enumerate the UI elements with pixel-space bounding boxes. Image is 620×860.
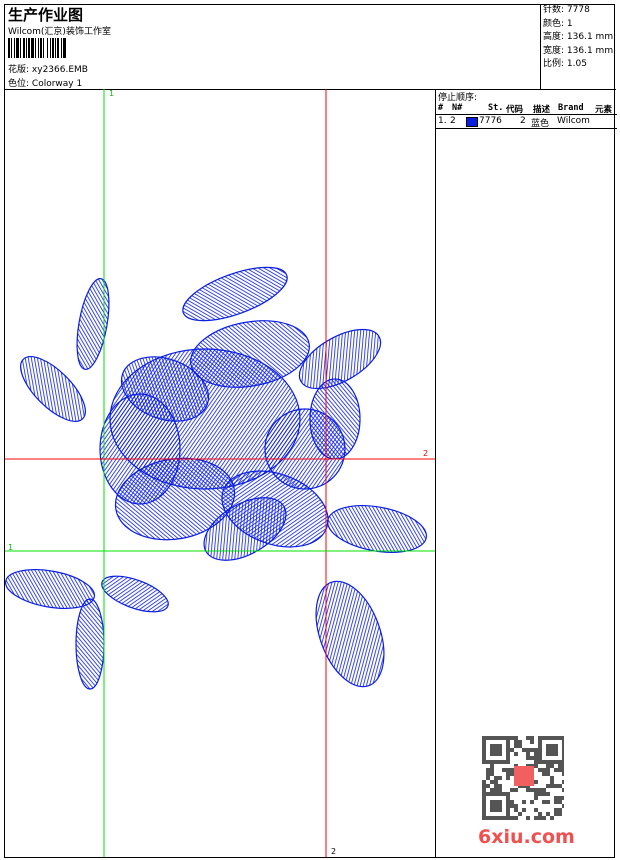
stat-stitches: 针数: 7778 — [543, 5, 590, 15]
stamp-icon — [514, 766, 534, 786]
embroidery-petal — [99, 393, 181, 505]
watermark-text: 6xiu.com — [478, 826, 575, 848]
guide-label-green-vertical: 1 — [109, 89, 115, 98]
col-n: N# — [452, 103, 463, 113]
colorway: 色位: Colorway 1 — [8, 76, 82, 89]
row-description: 蓝色 — [531, 119, 550, 129]
embroidery-petal — [315, 580, 385, 688]
col-brand: Brand — [558, 103, 584, 113]
colorway-value: Colorway 1 — [31, 79, 83, 89]
guide-label-red-vertical: 2 — [331, 847, 337, 856]
stat-colors: 颜色: 1 — [543, 18, 573, 29]
col-stitches: St. — [488, 103, 504, 113]
qr-code-icon — [482, 736, 566, 820]
row-code: 2 — [520, 116, 526, 126]
guide-label-green-horizontal: 1 — [8, 543, 14, 552]
rose-embroidery — [4, 266, 427, 690]
stat-height: 高度: 136.1 mm — [543, 32, 614, 42]
barcode — [8, 38, 118, 58]
guide-label-red-horizontal: 2 — [423, 449, 429, 458]
row-stitches: 7776 — [479, 116, 502, 126]
embroidery-petal — [76, 278, 110, 370]
embroidery-petal — [327, 505, 427, 553]
stop-sequence-title: 停止顺序: — [438, 93, 478, 103]
row-index: 1. — [438, 116, 447, 126]
color-swatch — [466, 117, 478, 127]
stats-box: 针数: 7778 颜色: 1 高度: 136.1 mm 宽度: 136.1 mm… — [540, 4, 617, 89]
company-name: Wilcom(汇京)装饰工作室 — [8, 27, 111, 37]
colorway-label: 色位: — [8, 79, 30, 89]
stat-scale: 比例: 1.05 — [543, 59, 587, 69]
design-canvas: 1 2 2 1 — [4, 89, 435, 857]
embroidery-petal — [309, 378, 361, 460]
embroidery-petal — [182, 266, 288, 322]
page-title: 生产作业图 — [8, 6, 84, 24]
row-brand: Wilcom — [557, 116, 590, 126]
embroidery-petal — [101, 575, 169, 613]
table-row[interactable]: 1. 2 7776 2 蓝色 Wilcom — [436, 114, 617, 129]
embroidery-petal — [75, 598, 105, 690]
stat-width: 宽度: 136.1 mm — [543, 45, 614, 56]
embroidery-design — [4, 89, 435, 857]
row-n: 2 — [450, 116, 456, 126]
design-file: 花版: xy2366.EMB — [8, 62, 88, 75]
design-value: xy2366.EMB — [31, 65, 88, 75]
design-label: 花版: — [8, 65, 30, 75]
col-index: # — [438, 103, 444, 113]
